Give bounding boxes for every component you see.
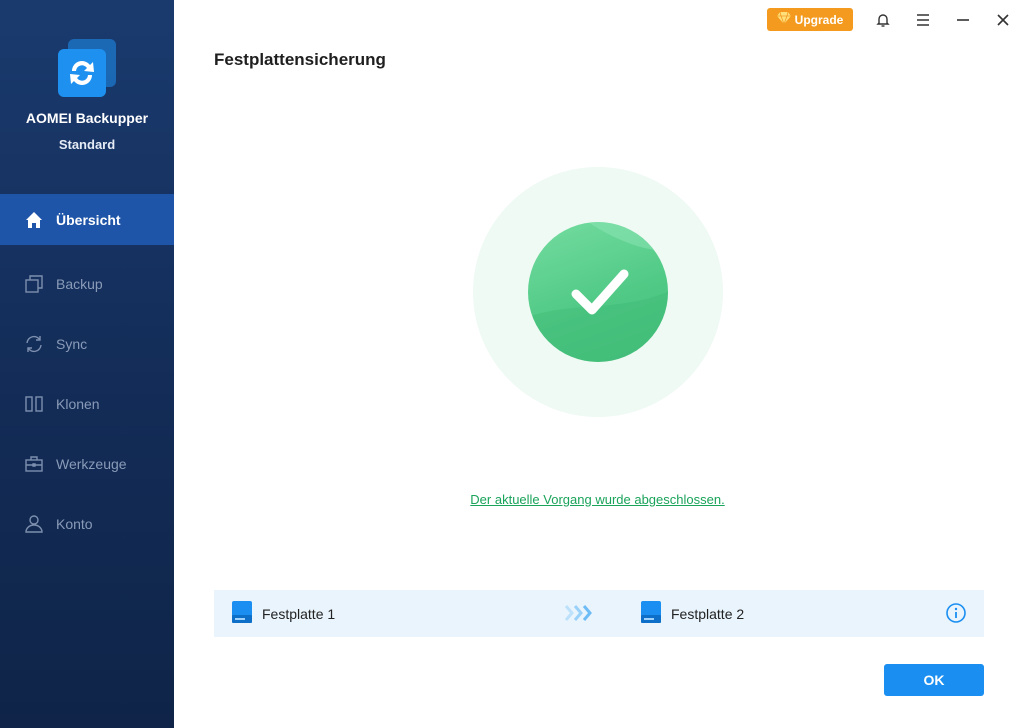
hard-disk-icon <box>641 601 661 626</box>
sidebar-item-label: Übersicht <box>56 211 121 228</box>
sidebar-item-klonen[interactable]: Klonen <box>0 374 174 434</box>
close-icon[interactable] <box>991 8 1015 32</box>
clone-icon <box>24 394 44 414</box>
app-edition: Standard <box>58 137 116 152</box>
sidebar-nav: Übersicht Backup Sync Klonen Werkzeuge K… <box>0 194 174 554</box>
sidebar-item-label: Werkzeuge <box>56 456 127 472</box>
sidebar-item-label: Klonen <box>56 396 100 412</box>
target-disk-label: Festplatte 2 <box>671 605 745 622</box>
notification-bell-icon[interactable] <box>871 8 895 32</box>
upgrade-label: Upgrade <box>794 12 844 27</box>
minimize-icon[interactable] <box>951 8 975 32</box>
diamond-icon <box>776 11 791 27</box>
sidebar-item-label: Sync <box>56 336 88 352</box>
main-content: Upgrade Festplattensicherung Der aktuell… <box>174 0 1021 728</box>
home-icon <box>24 210 44 230</box>
info-icon[interactable] <box>946 603 966 628</box>
backup-icon <box>24 274 44 294</box>
toolbox-icon <box>24 454 44 474</box>
page-title: Festplattensicherung <box>214 50 386 69</box>
sidebar: AOMEI Backupper Standard Übersicht Backu… <box>0 0 174 728</box>
success-indicator <box>473 167 723 417</box>
app-logo-icon <box>58 39 116 97</box>
upgrade-button[interactable]: Upgrade <box>767 8 853 31</box>
target-disk: Festplatte 2 <box>641 590 744 637</box>
disk-summary-bar: Festplatte 1 Festplatte 2 <box>214 590 984 637</box>
sidebar-item-werkzeuge[interactable]: Werkzeuge <box>0 434 174 494</box>
sidebar-item-label: Konto <box>56 516 93 532</box>
sync-icon <box>24 334 44 354</box>
user-icon <box>24 514 44 534</box>
success-check-icon <box>528 222 668 362</box>
hard-disk-icon <box>232 601 252 626</box>
sidebar-item-backup[interactable]: Backup <box>0 254 174 314</box>
source-disk-label: Festplatte 1 <box>262 605 336 622</box>
ok-button[interactable]: OK <box>884 664 984 696</box>
status-message-link[interactable]: Der aktuelle Vorgang wurde abgeschlossen… <box>174 492 1021 507</box>
source-disk: Festplatte 1 <box>232 590 335 637</box>
sidebar-item-uebersicht[interactable]: Übersicht <box>0 194 174 245</box>
sidebar-item-konto[interactable]: Konto <box>0 494 174 554</box>
sidebar-item-sync[interactable]: Sync <box>0 314 174 374</box>
app-name: AOMEI Backupper <box>25 110 149 126</box>
sidebar-item-label: Backup <box>56 276 103 292</box>
direction-arrows-icon <box>564 604 594 627</box>
menu-icon[interactable] <box>911 8 935 32</box>
